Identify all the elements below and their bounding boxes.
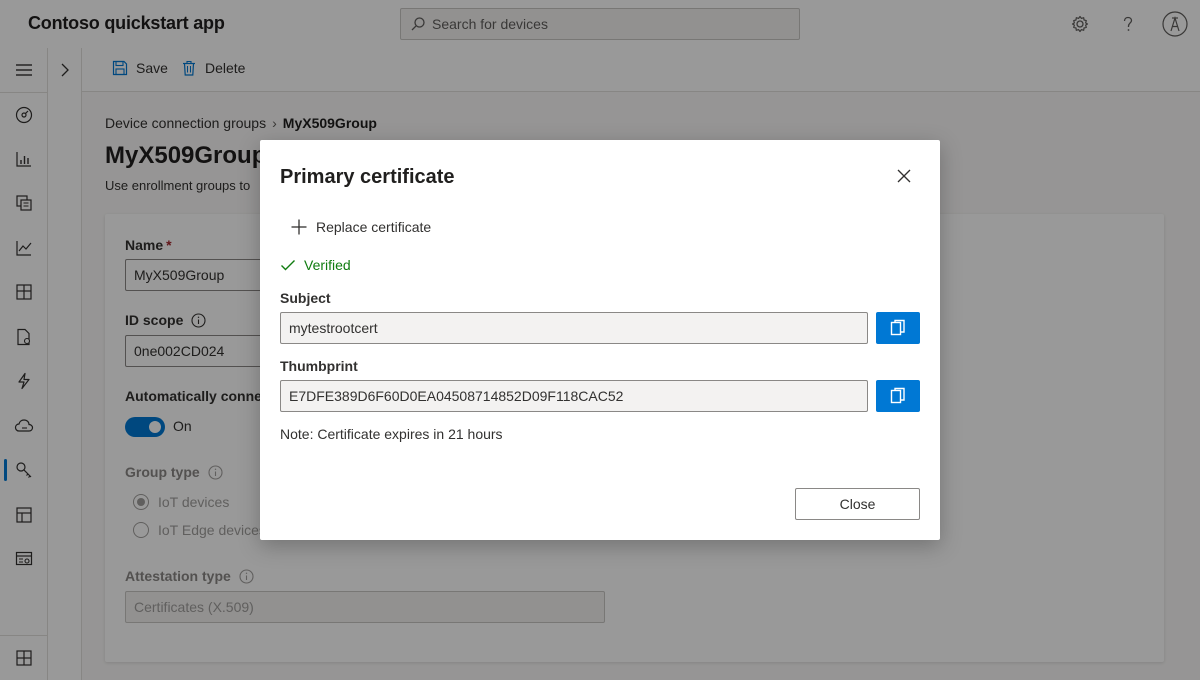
thumbprint-label: Thumbprint [280, 358, 358, 374]
dialog-close-x-button[interactable] [890, 162, 918, 190]
subject-field[interactable] [280, 312, 868, 344]
close-icon [897, 169, 911, 183]
close-button[interactable]: Close [795, 488, 920, 520]
verified-status: Verified [280, 257, 351, 273]
copy-subject-button[interactable] [876, 312, 920, 344]
verified-label: Verified [304, 257, 351, 273]
plus-icon [291, 219, 307, 235]
primary-certificate-dialog: Primary certificate Replace certificate … [260, 140, 940, 540]
certificate-expiry-note: Note: Certificate expires in 21 hours [280, 426, 503, 442]
copy-icon [890, 387, 905, 404]
dialog-title: Primary certificate [280, 166, 455, 188]
checkmark-icon [281, 260, 295, 271]
thumbprint-field[interactable] [280, 380, 868, 412]
copy-thumbprint-button[interactable] [876, 380, 920, 412]
replace-certificate-label: Replace certificate [316, 219, 432, 235]
copy-icon [890, 319, 905, 336]
subject-label: Subject [280, 290, 331, 306]
replace-certificate-button[interactable]: Replace certificate [290, 218, 431, 236]
